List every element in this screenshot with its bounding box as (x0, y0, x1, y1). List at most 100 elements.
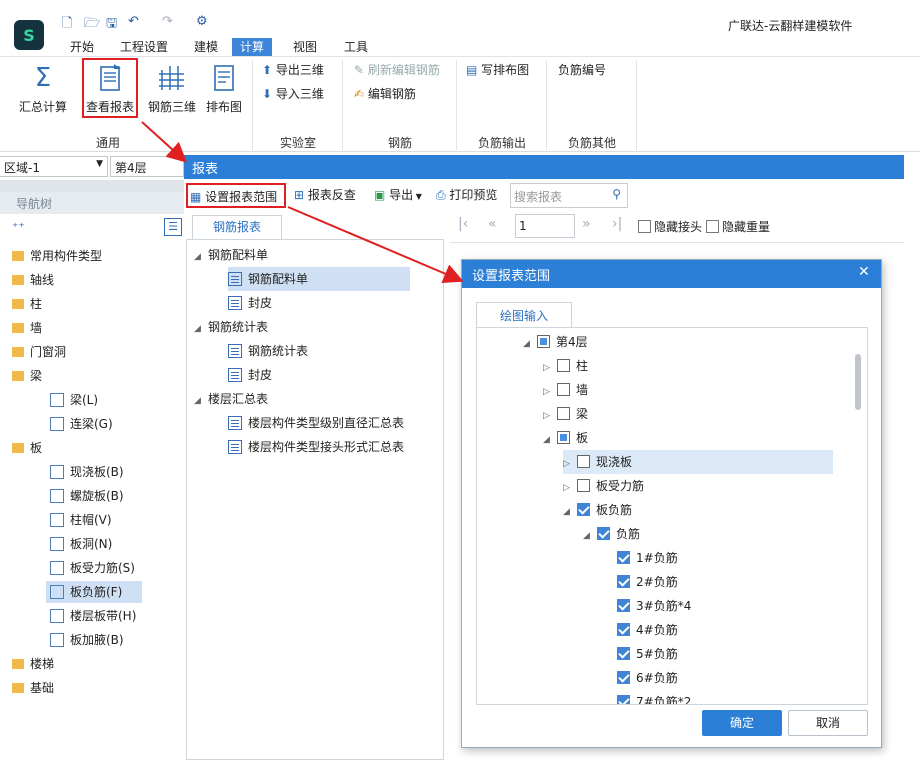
rebar-3d-button[interactable]: 钢筋三维 (146, 60, 198, 120)
nav-folder-item[interactable]: 轴线 (12, 269, 54, 291)
nav-sub-item[interactable]: 板加腋(B) (50, 629, 124, 651)
tree-node[interactable]: 4#负筋 (603, 618, 678, 642)
next-page-icon[interactable]: » (582, 216, 591, 232)
nav-sub-item[interactable]: 螺旋板(B) (50, 485, 124, 507)
nav-sub-item[interactable]: 板洞(N) (50, 533, 112, 555)
nav-folder-item[interactable]: 梁 (12, 365, 42, 387)
layout-map-button[interactable]: 排布图 (202, 60, 246, 120)
hide-joint-checkbox[interactable]: 隐藏接头 (638, 218, 702, 235)
import-3d-button[interactable]: ⬇ 导入三维 (262, 85, 324, 102)
tree-node[interactable]: 6#负筋 (603, 666, 678, 690)
nav-sub-item[interactable]: 梁(L) (50, 389, 98, 411)
floor-select[interactable]: 第4层 (110, 156, 184, 177)
ok-button[interactable]: 确定 (702, 710, 782, 736)
tree-node[interactable]: 2#负筋 (603, 570, 678, 594)
checkbox[interactable] (597, 527, 610, 540)
nav-folder-item[interactable]: 常用构件类型 (12, 245, 102, 267)
checkbox[interactable] (617, 647, 630, 660)
add-icon[interactable]: ⁺⁺ (12, 220, 25, 234)
expand-arrow-icon[interactable]: ▷ (543, 380, 557, 404)
last-page-icon[interactable]: ›| (612, 216, 622, 232)
region-select[interactable]: 区域-1 ▼ (0, 156, 108, 177)
tree-node[interactable]: 3#负筋*4 (603, 594, 691, 618)
page-number-input[interactable]: 1 (515, 214, 575, 238)
report-tree-item[interactable]: 楼层构件类型级别直径汇总表 (228, 411, 404, 435)
report-tree-item[interactable]: 钢筋配料单 (228, 267, 410, 291)
tree-node[interactable]: ◢ 板负筋 (563, 498, 632, 522)
tree-node[interactable]: ▷ 墙 (543, 378, 588, 402)
checkbox[interactable] (617, 599, 630, 612)
checkbox[interactable] (706, 220, 719, 233)
checkbox[interactable] (557, 383, 570, 396)
nav-folder-item[interactable]: 门窗洞 (12, 341, 66, 363)
report-tree-group[interactable]: ◢ 钢筋配料单 (194, 243, 268, 267)
menu-tab-view[interactable]: 视图 (293, 38, 317, 56)
tab-rebar-report[interactable]: 钢筋报表 (192, 215, 282, 239)
report-tree-item[interactable]: 钢筋统计表 (228, 339, 308, 363)
nav-folder-item[interactable]: 墙 (12, 317, 42, 339)
open-folder-icon[interactable]: 🗁 (84, 14, 100, 36)
set-report-range-button[interactable]: ▦ 设置报表范围 (186, 183, 286, 208)
tree-node[interactable]: 5#负筋 (603, 642, 678, 666)
collapse-arrow-icon[interactable]: ◢ (523, 332, 537, 356)
nav-sub-item[interactable]: 板负筋(F) (46, 581, 142, 603)
report-tree-item[interactable]: 封皮 (228, 291, 272, 315)
search-icon[interactable]: ⚲ (612, 187, 621, 201)
neg-rebar-number-button[interactable]: 负筋编号 (558, 61, 606, 78)
checkbox[interactable] (557, 359, 570, 372)
collapse-arrow-icon[interactable]: ◢ (563, 500, 577, 524)
dialog-scrollbar[interactable] (855, 354, 861, 410)
nav-sub-item[interactable]: 楼层板带(H) (50, 605, 136, 627)
checkbox[interactable] (617, 695, 630, 704)
checkbox[interactable] (638, 220, 651, 233)
checkbox[interactable] (617, 623, 630, 636)
refresh-edit-rebar-button[interactable]: ✎ 刷新编辑钢筋 (354, 61, 440, 78)
redo-icon[interactable]: ↷ (162, 14, 173, 29)
collapse-arrow-icon[interactable]: ◢ (583, 524, 597, 548)
report-tree-group[interactable]: ◢ 钢筋统计表 (194, 315, 268, 339)
print-preview-button[interactable]: ⎙ 打印预览 (436, 186, 497, 203)
quick-tool-icon[interactable]: ⚙ (196, 14, 208, 29)
nav-folder-item[interactable]: 基础 (12, 677, 54, 699)
edit-rebar-button[interactable]: ✍ 编辑钢筋 (354, 85, 416, 102)
report-reverse-button[interactable]: ⊞ 报表反查 (294, 186, 356, 203)
checkbox[interactable] (577, 503, 590, 516)
nav-folder-item[interactable]: 楼梯 (12, 653, 54, 675)
tree-node[interactable]: ◢ 负筋 (583, 522, 640, 546)
tab-drawing-input[interactable]: 绘图输入 (476, 302, 572, 328)
checkbox[interactable] (617, 575, 630, 588)
expand-arrow-icon[interactable]: ◢ (194, 389, 208, 413)
expand-arrow-icon[interactable]: ▷ (543, 404, 557, 428)
expand-arrow-icon[interactable]: ◢ (194, 245, 208, 269)
checkbox[interactable] (557, 431, 570, 444)
menu-tab-start[interactable]: 开始 (70, 38, 94, 56)
menu-tab-modeling[interactable]: 建模 (194, 38, 218, 56)
save-icon[interactable]: 🖫 (106, 14, 117, 36)
report-tree-group[interactable]: ◢ 楼层汇总表 (194, 387, 268, 411)
prev-page-icon[interactable]: « (488, 216, 497, 232)
checkbox[interactable] (577, 455, 590, 468)
write-layout-map-button[interactable]: ▤ 写排布图 (466, 61, 529, 78)
checkbox[interactable] (537, 335, 550, 348)
tree-node[interactable]: 7#负筋*2 (603, 690, 691, 704)
report-search-input[interactable]: 搜索报表 ⚲ (510, 183, 628, 208)
tree-node[interactable]: ▷ 板受力筋 (563, 474, 644, 498)
nav-sub-item[interactable]: 现浇板(B) (50, 461, 124, 483)
nav-sub-item[interactable]: 板受力筋(S) (50, 557, 135, 579)
view-report-button[interactable]: 查看报表 (82, 58, 138, 118)
new-file-icon[interactable]: 🗋 (62, 14, 72, 36)
list-view-icon[interactable]: ☰ (164, 218, 182, 236)
menu-tab-project-settings[interactable]: 工程设置 (120, 38, 168, 56)
hide-weight-checkbox[interactable]: 隐藏重量 (706, 218, 770, 235)
undo-icon[interactable]: ↶ (128, 14, 139, 29)
checkbox[interactable] (557, 407, 570, 420)
nav-sub-item[interactable]: 连梁(G) (50, 413, 113, 435)
menu-tab-tools[interactable]: 工具 (344, 38, 368, 56)
first-page-icon[interactable]: |‹ (458, 216, 468, 232)
cancel-button[interactable]: 取消 (788, 710, 868, 736)
nav-folder-item[interactable]: 柱 (12, 293, 42, 315)
nav-sub-item[interactable]: 柱帽(V) (50, 509, 112, 531)
close-icon[interactable]: ✕ (858, 264, 870, 280)
nav-folder-item[interactable]: 板 (12, 437, 42, 459)
menu-tab-calculate[interactable]: 计算 (232, 38, 273, 56)
